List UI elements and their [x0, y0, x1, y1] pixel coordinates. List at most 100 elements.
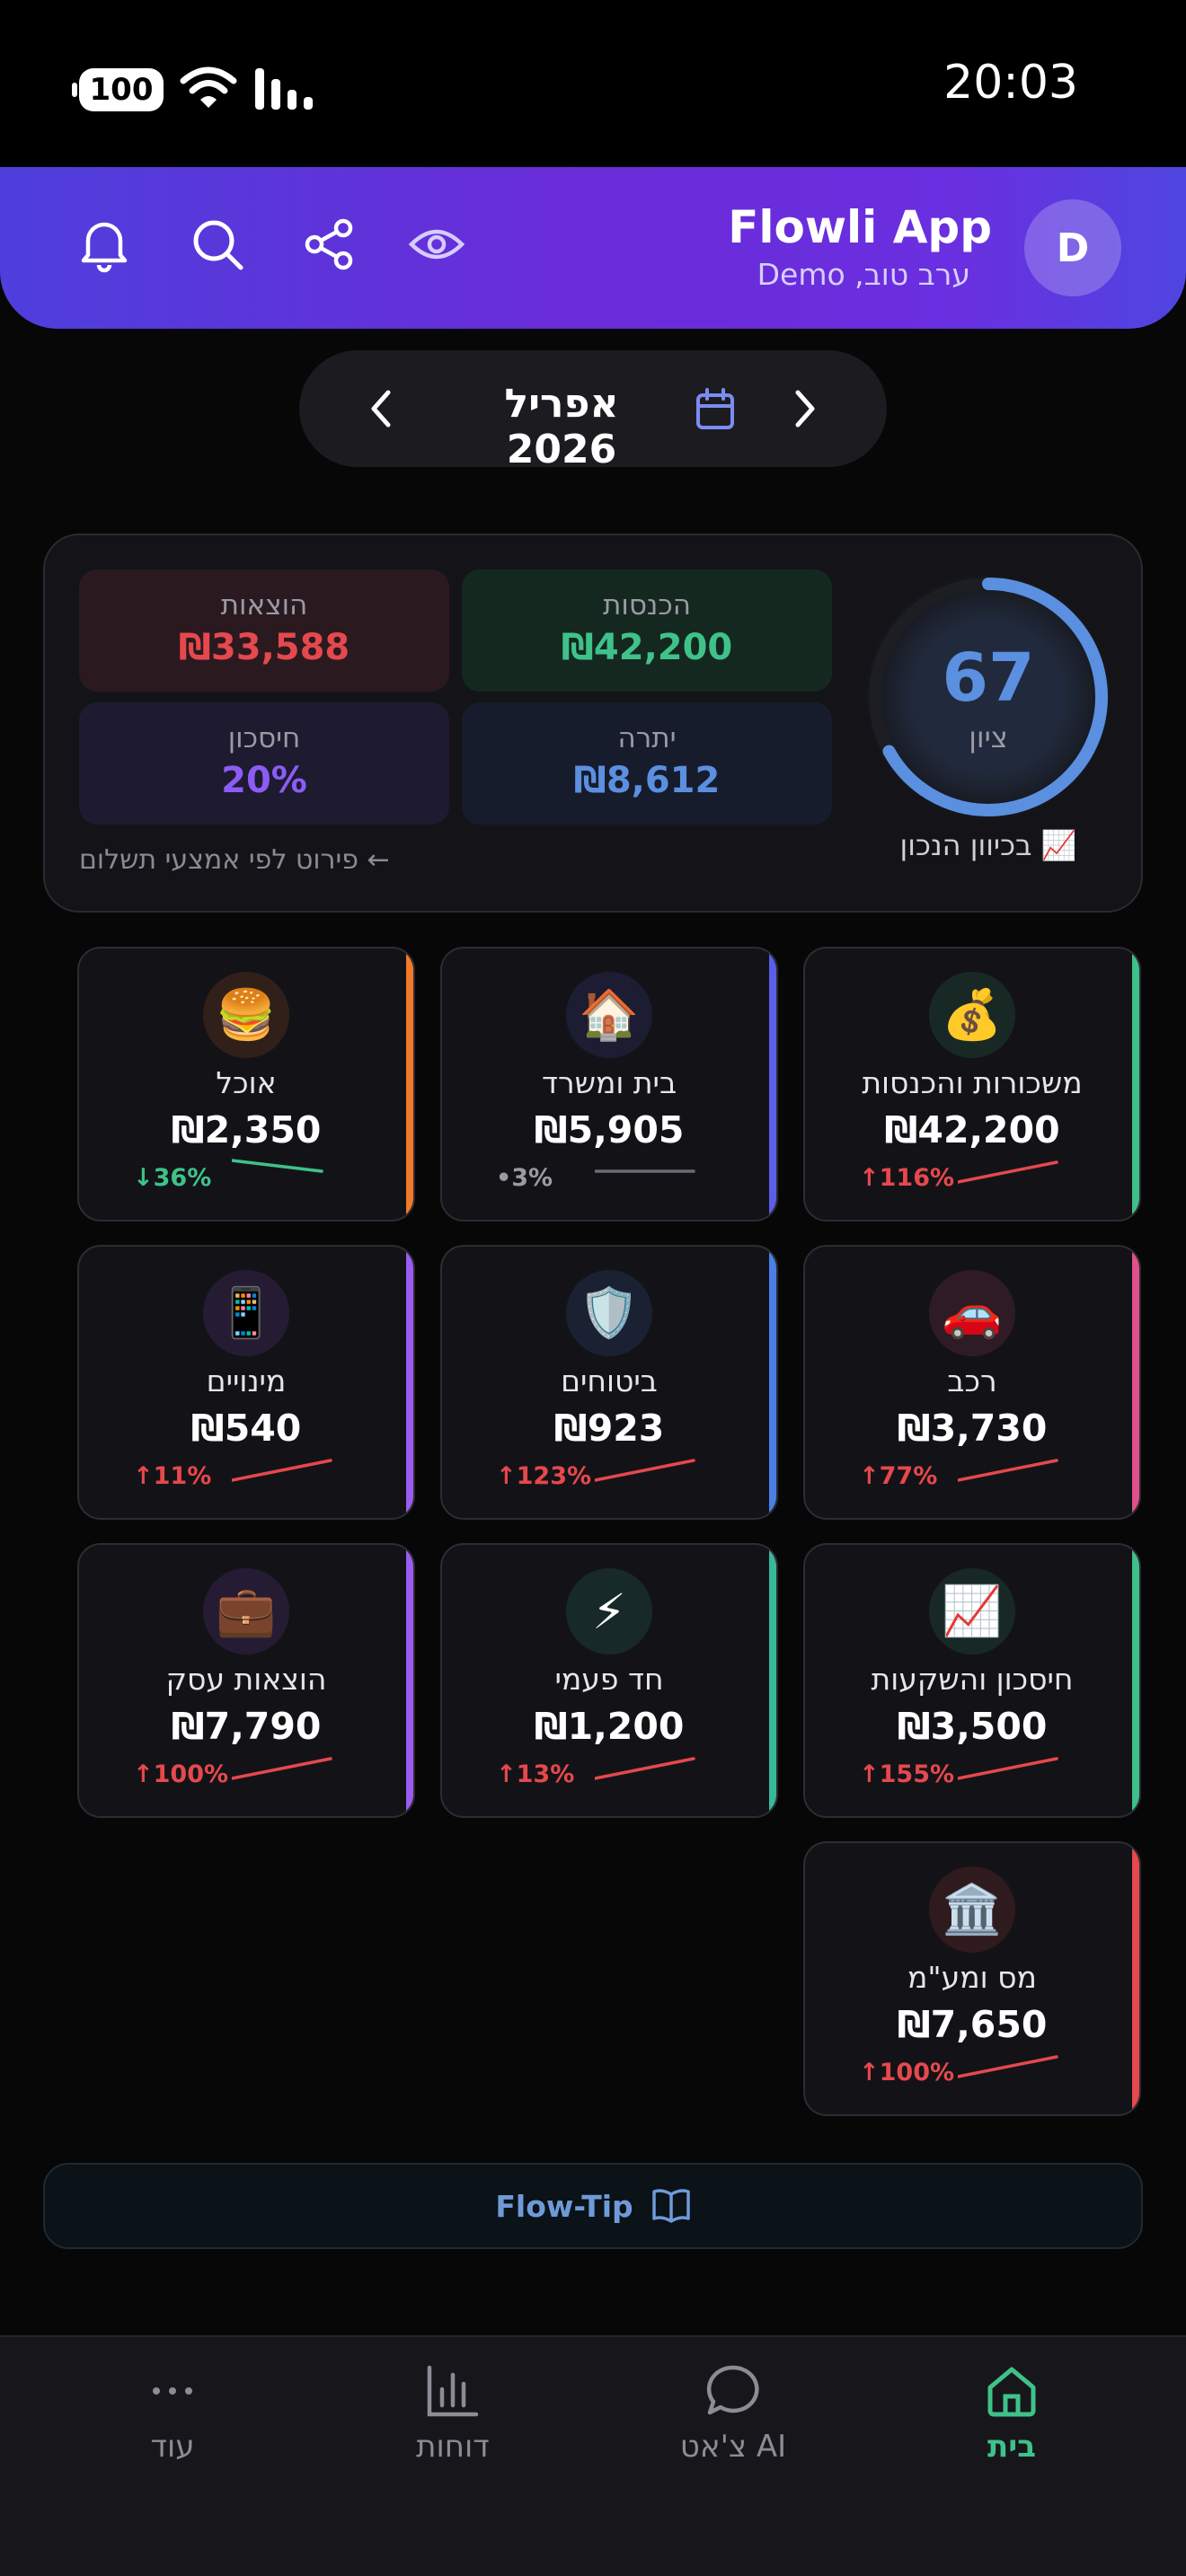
category-icon: 🚗 [929, 1270, 1015, 1356]
nav-label: דוחות [416, 2429, 490, 2465]
flow-tip-button[interactable]: Flow-Tip [43, 2163, 1143, 2249]
category-amount: ₪540 [190, 1407, 302, 1450]
chevron-left-icon[interactable] [356, 377, 406, 440]
category-card[interactable]: 🍔 אוכל ₪2,350 ↓36% [77, 947, 415, 1222]
stat-value: 20% [221, 760, 307, 801]
category-sparkline [958, 1757, 1058, 1780]
category-card[interactable]: 💰 משכורות והכנסות ₪42,200 ↑116% [803, 947, 1141, 1222]
payment-breakdown-link[interactable]: ← פירוט לפי אמצעי תשלום [79, 844, 447, 876]
category-card[interactable]: 🏛️ מס ומע"מ ₪7,650 ↑100% [803, 1841, 1141, 2116]
stat-savings[interactable]: חיסכון 20% [79, 702, 449, 825]
share-icon[interactable] [293, 208, 365, 280]
stat-label: הוצאות [220, 589, 308, 622]
category-name: חד פעמי [554, 1662, 664, 1697]
category-change: ↑155% [859, 1760, 955, 1788]
book-icon [651, 2189, 690, 2223]
more-icon [153, 2387, 192, 2395]
avatar[interactable]: D [1024, 199, 1121, 296]
category-sparkline [958, 1459, 1058, 1482]
category-icon: 🛡️ [566, 1270, 652, 1356]
category-name: מינויים [206, 1363, 287, 1398]
stat-label: הכנסות [603, 589, 691, 622]
category-card[interactable]: 📱 מינויים ₪540 ↑11% [77, 1245, 415, 1520]
category-icon: 💰 [929, 972, 1015, 1058]
category-change: ↓36% [133, 1164, 212, 1192]
category-change: ↑116% [859, 1164, 955, 1192]
category-sparkline [232, 1757, 332, 1780]
category-amount: ₪3,500 [897, 1705, 1048, 1748]
category-change: ↑77% [859, 1462, 938, 1490]
category-icon: 📈 [929, 1568, 1015, 1654]
nav-label: צ'אט AI [679, 2429, 787, 2465]
nav-label: עוד [150, 2429, 195, 2465]
stat-expenses[interactable]: הוצאות ₪33,588 [79, 569, 449, 692]
category-card[interactable]: ⚡ חד פעמי ₪1,200 ↑13% [440, 1543, 778, 1818]
category-sparkline [595, 1459, 695, 1482]
category-icon: 💼 [203, 1568, 289, 1654]
category-icon: 🏛️ [929, 1866, 1015, 1953]
month-label[interactable]: אפריל 2026 [449, 381, 674, 472]
score-value: 67 [942, 640, 1035, 717]
stat-income[interactable]: הכנסות ₪42,200 [462, 569, 832, 692]
category-amount: ₪7,650 [897, 2003, 1048, 2046]
category-sparkline [958, 2055, 1058, 2078]
chat-icon [706, 2365, 759, 2415]
category-change: ↑100% [133, 1760, 229, 1788]
bell-icon[interactable] [68, 208, 140, 280]
greeting-text: ערב טוב, Demo [757, 257, 970, 292]
category-amount: ₪3,730 [897, 1407, 1048, 1450]
category-sparkline [595, 1169, 695, 1173]
category-amount: ₪42,200 [884, 1108, 1060, 1151]
category-card[interactable]: 🏠 בית ומשרד ₪5,905 •3% [440, 947, 778, 1222]
app-header [0, 167, 1186, 329]
score-status: 📈 בכיוון הנכון [899, 828, 1077, 862]
category-change: ↑100% [859, 2059, 955, 2086]
stat-value: ₪8,612 [573, 760, 721, 801]
category-name: רכב [947, 1363, 997, 1398]
category-amount: ₪1,200 [534, 1705, 685, 1748]
stat-surplus[interactable]: יתרה ₪8,612 [462, 702, 832, 825]
category-name: ביטוחים [561, 1363, 658, 1398]
category-amount: ₪7,790 [171, 1705, 322, 1748]
category-card[interactable]: 🛡️ ביטוחים ₪923 ↑123% [440, 1245, 778, 1520]
category-name: חיסכון והשקעות [871, 1662, 1074, 1697]
wifi-icon [180, 66, 237, 108]
category-amount: ₪5,905 [534, 1108, 685, 1151]
category-sparkline [958, 1160, 1058, 1184]
signal-icon [255, 68, 313, 110]
status-time: 20:03 [943, 56, 1078, 110]
app-title: Flowli App [728, 201, 992, 253]
calendar-icon[interactable] [695, 388, 735, 431]
stat-label: יתרה [617, 722, 677, 754]
home-icon [987, 2367, 1036, 2417]
search-icon[interactable] [181, 208, 253, 280]
category-sparkline [232, 1159, 323, 1173]
stat-label: חיסכון [227, 722, 301, 754]
chevron-right-icon[interactable] [780, 377, 830, 440]
stat-value: ₪33,588 [178, 627, 350, 668]
category-amount: ₪2,350 [171, 1108, 322, 1151]
category-change: •3% [496, 1164, 553, 1192]
category-change: ↑11% [133, 1462, 212, 1490]
eye-icon[interactable] [401, 208, 473, 280]
category-card[interactable]: 💼 הוצאות עסק ₪7,790 ↑100% [77, 1543, 415, 1818]
category-name: מס ומע"מ [907, 1960, 1037, 1995]
battery-icon: 100 [72, 68, 164, 111]
category-amount: ₪923 [553, 1407, 665, 1450]
category-name: משכורות והכנסות [862, 1065, 1083, 1100]
nav-home[interactable]: בית [922, 2362, 1102, 2465]
nav-reports[interactable]: דוחות [363, 2362, 543, 2465]
nav-chat[interactable]: צ'אט AI [643, 2362, 823, 2465]
category-icon: 🏠 [566, 972, 652, 1058]
category-name: בית ומשרד [541, 1065, 677, 1100]
category-icon: ⚡ [566, 1568, 652, 1654]
nav-more[interactable]: עוד [83, 2362, 262, 2465]
category-change: ↑13% [496, 1760, 575, 1788]
category-icon: 📱 [203, 1270, 289, 1356]
category-card[interactable]: 🚗 רכב ₪3,730 ↑77% [803, 1245, 1141, 1520]
category-card[interactable]: 📈 חיסכון והשקעות ₪3,500 ↑155% [803, 1543, 1141, 1818]
category-name: אוכל [216, 1065, 277, 1100]
score-label: ציון [969, 720, 1008, 754]
stat-value: ₪42,200 [561, 627, 733, 668]
chart-icon [427, 2365, 479, 2417]
